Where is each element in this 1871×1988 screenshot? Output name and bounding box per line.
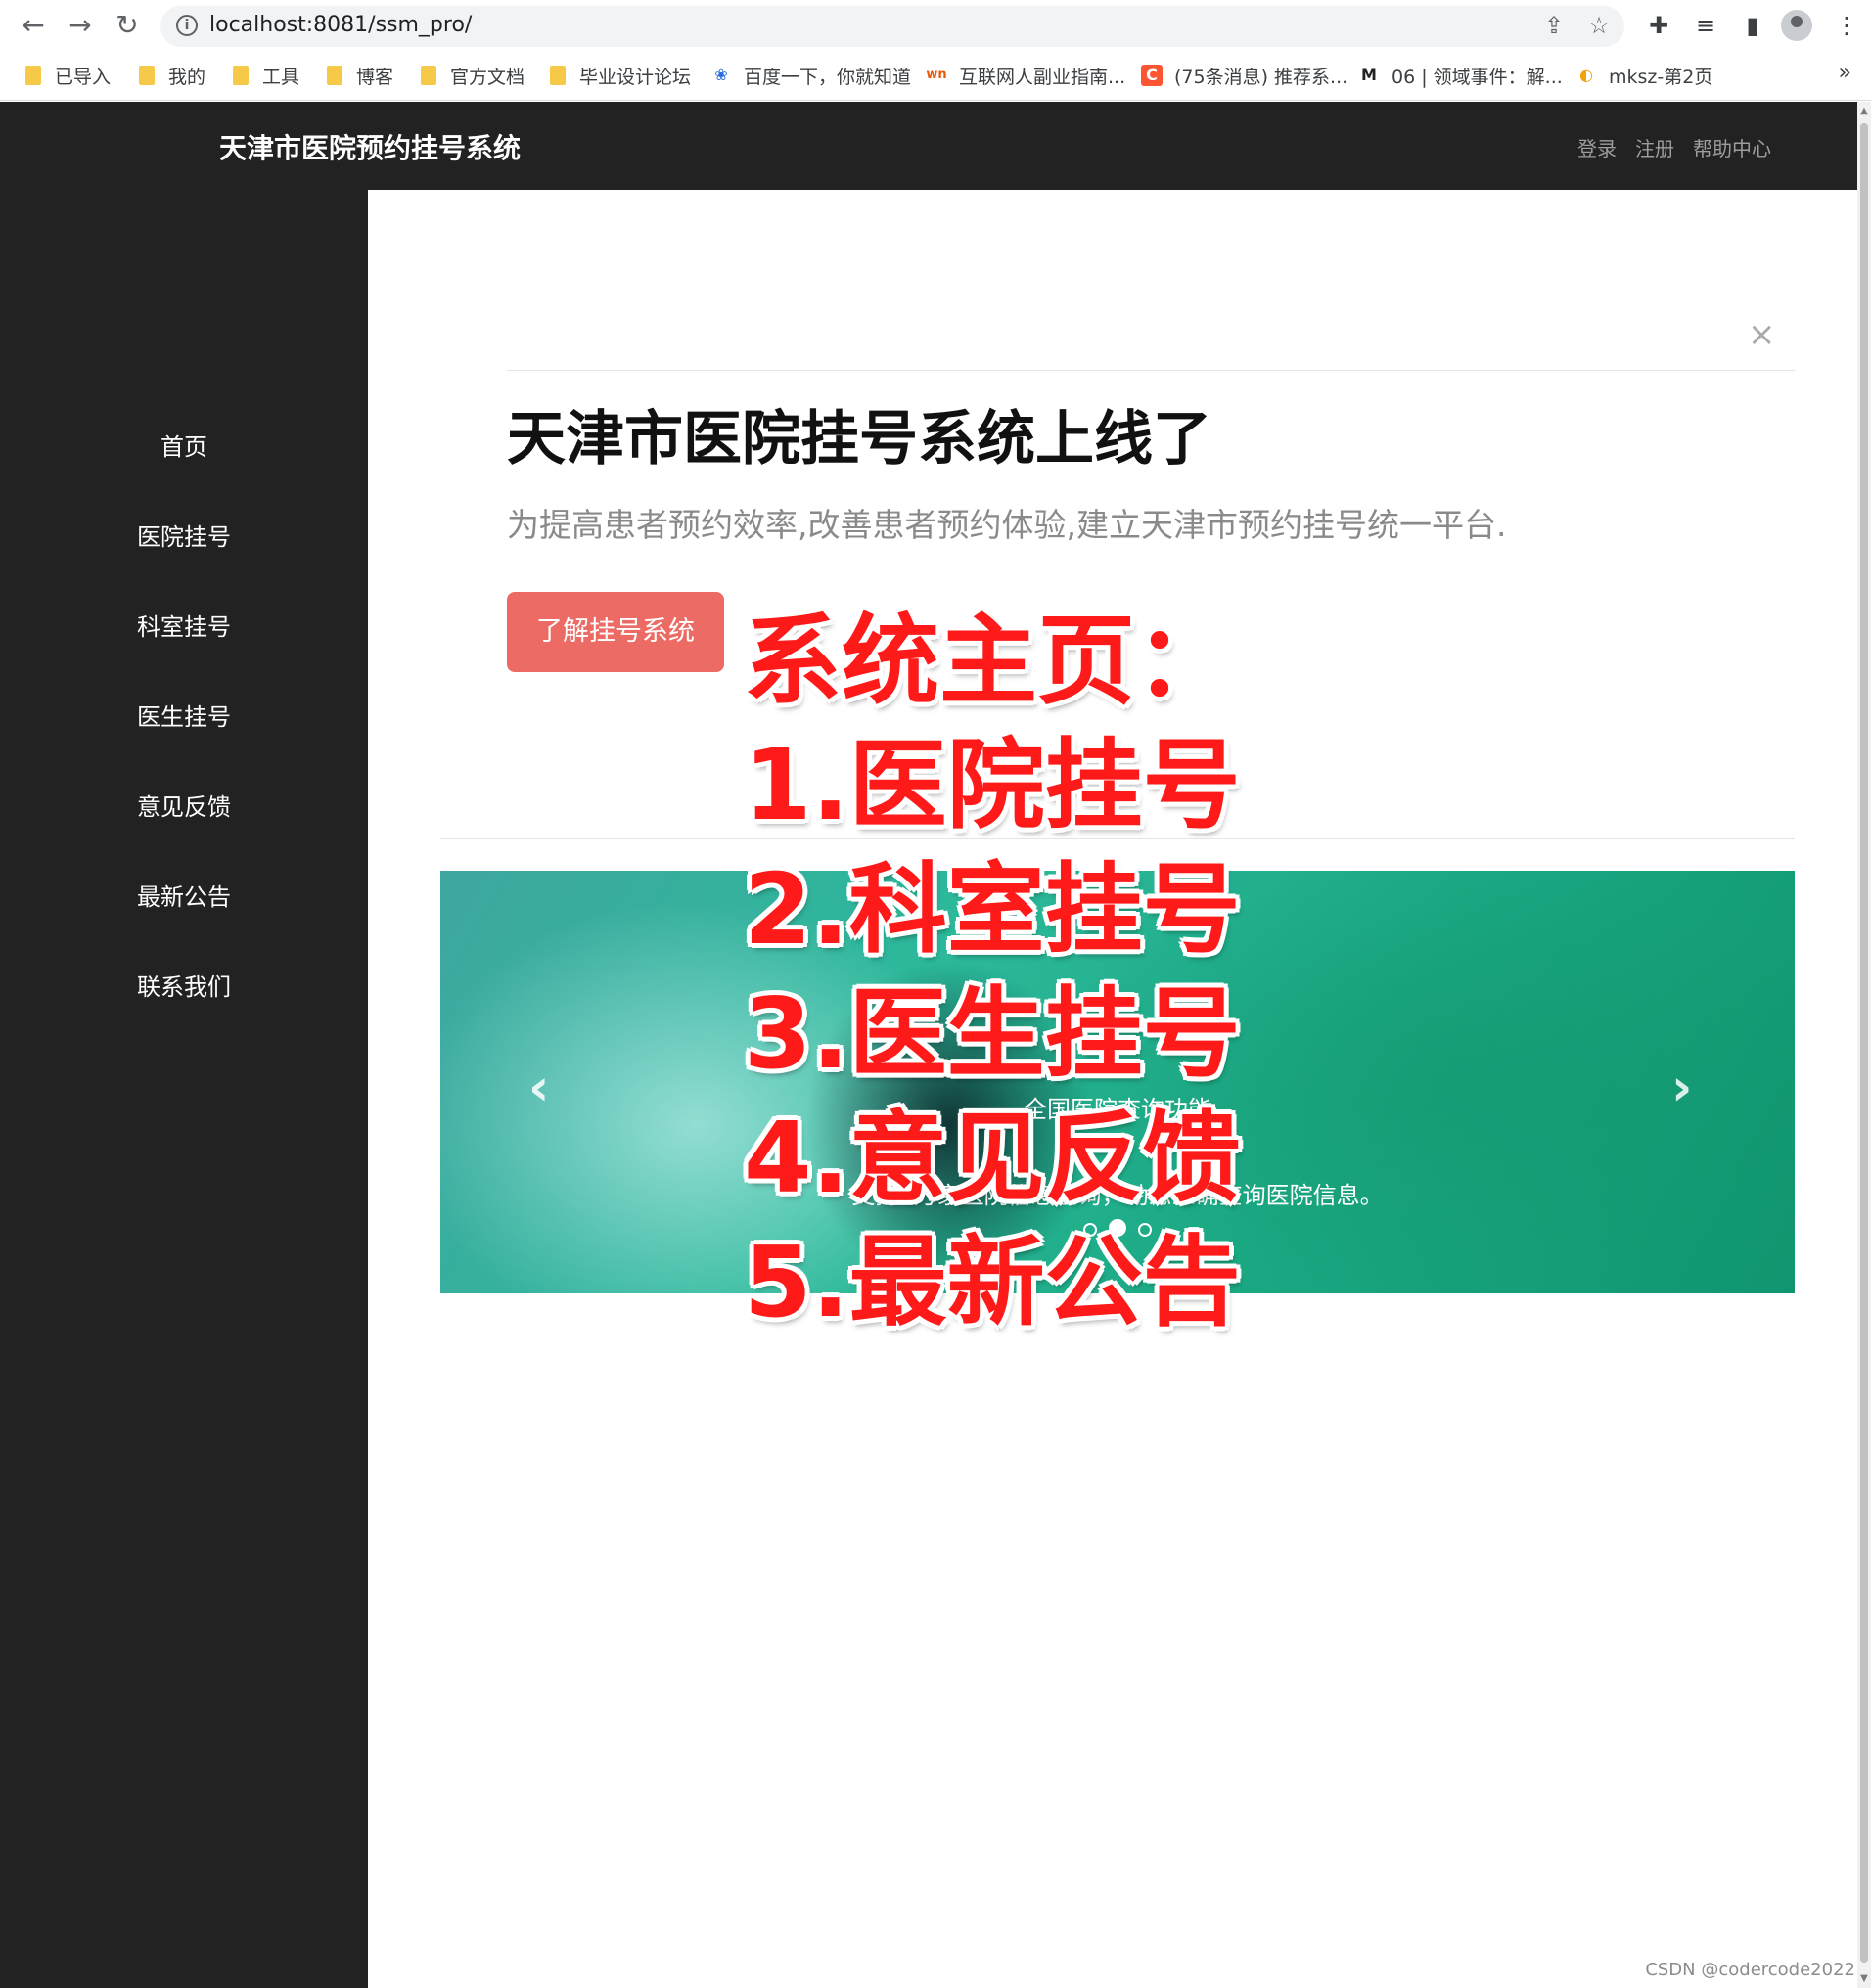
learn-more-button[interactable]: 了解挂号系统 — [507, 592, 724, 672]
address-bar[interactable]: i localhost:8081/ssm_pro/ ⇪ ☆ — [160, 6, 1624, 47]
bookmark-item[interactable]: wn 互联网人副业指南... — [926, 62, 1125, 89]
bookmark-item[interactable]: 已导入 — [25, 62, 111, 89]
watermark: CSDN @codercode2022 — [1645, 1960, 1855, 1980]
bookmark-item[interactable]: ◐ mksz-第2页 — [1575, 62, 1712, 89]
side-panel-icon[interactable]: ▮ — [1738, 11, 1767, 40]
sidebar-item-doctor-registration[interactable]: 医生挂号 — [0, 698, 368, 737]
bookmarks-overflow-icon[interactable]: » — [1839, 61, 1851, 85]
help-center-link[interactable]: 帮助中心 — [1693, 133, 1771, 161]
bookmark-item[interactable]: 博客 — [327, 62, 393, 89]
annotation-line: 系统主页： — [744, 604, 1233, 718]
register-link[interactable]: 注册 — [1635, 133, 1674, 161]
mksz-icon: ◐ — [1579, 66, 1593, 84]
sidebar-item-hospital-registration[interactable]: 医院挂号 — [0, 518, 368, 557]
annotation-line: 3.医生挂号 — [744, 976, 1241, 1091]
scrollbar-thumb[interactable] — [1860, 123, 1868, 1963]
folder-icon — [233, 66, 249, 85]
bookmark-item[interactable]: 官方文档 — [421, 62, 525, 89]
bookmark-item[interactable]: M 06 | 领域事件：解... — [1358, 62, 1563, 89]
close-icon[interactable]: × — [1748, 315, 1776, 354]
bookmark-item[interactable]: 我的 — [139, 62, 205, 89]
annotation-line: 2.科室挂号 — [744, 852, 1241, 967]
folder-icon — [327, 66, 342, 85]
sidebar-item-contact-us[interactable]: 联系我们 — [0, 968, 368, 1007]
sidebar-item-feedback[interactable]: 意见反馈 — [0, 788, 368, 827]
page-scrollbar[interactable]: ▲ ▼ — [1857, 102, 1871, 1988]
wn-icon: wn — [926, 68, 947, 82]
page-title: 天津市医院挂号系统上线了 — [507, 405, 1211, 474]
bookmarks-bar: 已导入 我的 工具 博客 官方文档 毕业设计论坛 ❀ 百度一下，你就知道 wn 互联… — [0, 51, 1871, 101]
site-info-icon[interactable]: i — [176, 15, 198, 36]
media-control-icon[interactable]: ≡ — [1691, 11, 1720, 40]
bookmark-item[interactable]: ❀ 百度一下，你就知道 — [710, 62, 911, 89]
folder-icon — [550, 66, 566, 85]
annotation-overlay: 系统主页： 1.医院挂号 2.科室挂号 3.医生挂号 4.意见反馈 5.最新公告 — [744, 599, 1527, 1344]
url-text[interactable]: localhost:8081/ssm_pro/ — [209, 13, 472, 37]
extensions-icon[interactable]: ✚ — [1644, 11, 1673, 40]
site-navbar: 天津市医院预约挂号系统 登录 注册 帮助中心 — [0, 102, 1857, 190]
bookmark-item[interactable]: C (75条消息) 推荐系... — [1141, 62, 1347, 89]
baidu-icon: ❀ — [714, 66, 728, 84]
scroll-down-icon[interactable]: ▼ — [1857, 1973, 1871, 1984]
page-lead: 为提高患者预约效率,改善患者预约体验,建立天津市预约挂号统一平台. — [507, 506, 1507, 544]
sidebar-item-home[interactable]: 首页 — [0, 428, 368, 467]
browser-toolbar: ← → ↻ i localhost:8081/ssm_pro/ ⇪ ☆ ✚ ≡ … — [0, 0, 1871, 52]
bookmark-item[interactable]: 工具 — [233, 62, 299, 89]
profile-avatar-icon[interactable] — [1781, 10, 1812, 41]
annotation-line: 4.意见反馈 — [744, 1101, 1241, 1215]
back-icon[interactable]: ← — [18, 10, 49, 41]
sidebar-item-announcements[interactable]: 最新公告 — [0, 878, 368, 917]
share-icon[interactable]: ⇪ — [1540, 12, 1568, 39]
annotation-line: 1.医院挂号 — [744, 728, 1241, 842]
markdown-icon: M — [1361, 66, 1377, 84]
folder-icon — [25, 66, 41, 85]
csdn-icon: C — [1141, 65, 1163, 86]
login-link[interactable]: 登录 — [1577, 133, 1617, 161]
bookmark-star-icon[interactable]: ☆ — [1585, 12, 1613, 39]
site-brand[interactable]: 天津市医院预约挂号系统 — [219, 127, 521, 166]
annotation-line: 5.最新公告 — [744, 1225, 1241, 1339]
bookmark-item[interactable]: 毕业设计论坛 — [550, 62, 691, 89]
reload-icon[interactable]: ↻ — [112, 10, 143, 41]
sidebar: 首页 医院挂号 科室挂号 医生挂号 意见反馈 最新公告 联系我们 — [0, 190, 368, 1988]
folder-icon — [139, 66, 155, 85]
sidebar-item-department-registration[interactable]: 科室挂号 — [0, 608, 368, 647]
menu-kebab-icon[interactable]: ⋮ — [1832, 11, 1861, 40]
folder-icon — [421, 66, 436, 85]
modal-divider — [507, 370, 1795, 371]
forward-icon[interactable]: → — [65, 10, 96, 41]
scroll-up-icon[interactable]: ▲ — [1857, 106, 1871, 116]
